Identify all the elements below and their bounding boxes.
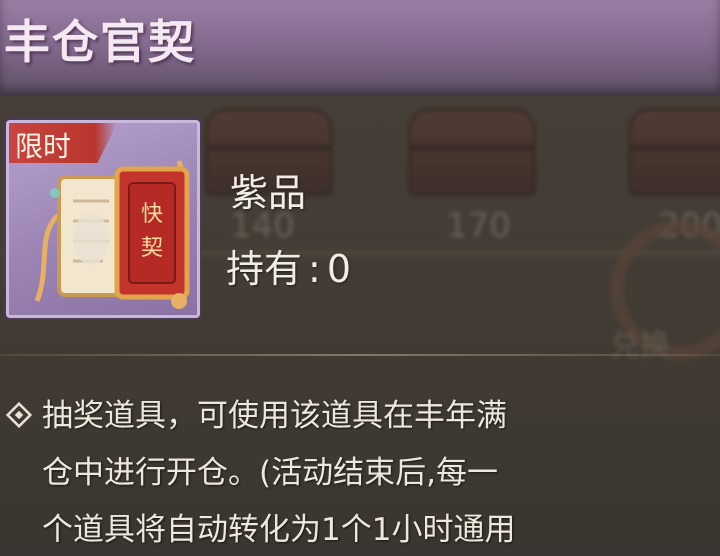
chest-value: 170	[446, 206, 511, 246]
limited-time-badge-label: 限时	[15, 130, 72, 163]
item-rarity: 紫品	[230, 171, 307, 215]
owned-separator: :	[308, 247, 321, 291]
item-description: 抽奖道具，可使用该道具在丰年满 仓中进行开仓。(活动结束后,每一 个道具将自动转…	[42, 388, 720, 556]
chest-icon	[408, 108, 536, 196]
item-icon-card: 快 契 限时	[6, 120, 200, 318]
section-divider	[0, 354, 720, 356]
diamond-bullet-icon	[6, 402, 32, 428]
owned-count: 0	[326, 247, 352, 291]
description-line: 仓中进行开仓。(活动结束后,每一	[42, 455, 498, 491]
owned-label: 持有	[226, 247, 303, 291]
background-label: 兑换	[610, 328, 670, 363]
svg-text:快: 快	[141, 202, 163, 227]
description-line: 个道具将自动转化为1个1小时通用	[42, 512, 516, 548]
description-line: 抽奖道具，可使用该道具在丰年满	[42, 398, 507, 434]
owned-count-row: 持有 : 0	[226, 238, 351, 293]
svg-text:契: 契	[141, 236, 163, 261]
red-contract-book-icon: 快 契	[34, 160, 190, 309]
chest-icon	[628, 108, 720, 196]
